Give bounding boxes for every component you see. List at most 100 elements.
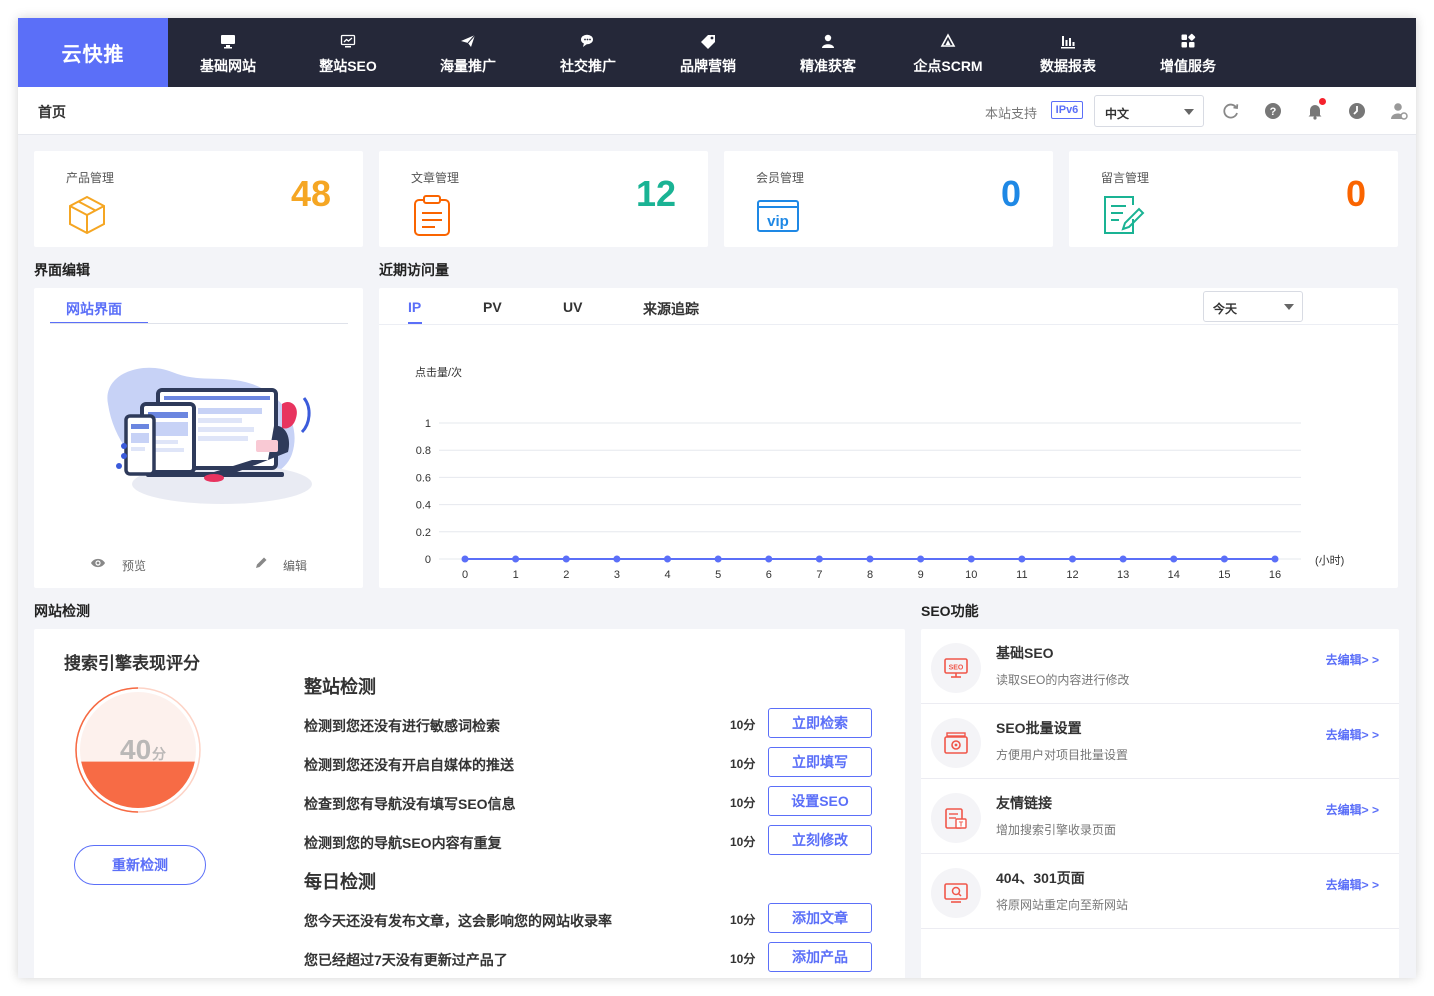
nav-label: 数据报表 [1040, 58, 1096, 74]
x-tick-label: 12 [1066, 569, 1078, 578]
language-select[interactable]: 中文 [1094, 95, 1204, 127]
preview-link[interactable]: 预览 [122, 557, 146, 574]
language-value: 中文 [1105, 107, 1130, 121]
y-tick-label: 0.2 [416, 527, 431, 539]
check-item-text: 检测到您还没有开启自媒体的推送 [304, 757, 514, 773]
add-article-button[interactable]: 添加文章 [768, 903, 872, 933]
data-point [1170, 555, 1178, 563]
x-tick-label: 3 [614, 569, 620, 578]
add-product-button[interactable]: 添加产品 [768, 942, 872, 972]
x-tick-label: 14 [1168, 569, 1180, 578]
tab-ip[interactable]: IP [408, 299, 421, 315]
check-section-title: 网站检测 [34, 603, 90, 619]
history-button[interactable] [1345, 99, 1369, 123]
x-tick-label: 9 [918, 569, 924, 578]
help-button[interactable]: ? [1261, 99, 1285, 123]
stat-label: 文章管理 [411, 171, 460, 185]
redirect-monitor-icon [931, 868, 981, 918]
set-seo-button[interactable]: 设置SEO [768, 786, 872, 816]
x-tick-label: 13 [1117, 569, 1129, 578]
time-range-select[interactable]: 今天 [1203, 291, 1303, 322]
stat-label: 留言管理 [1101, 171, 1150, 185]
x-tick-label: 1 [513, 569, 519, 578]
bar-chart-icon [1008, 33, 1128, 49]
monitor-icon [168, 33, 288, 49]
seo-item: 404、301页面 将原网站重定向至新网站 去编辑> > [921, 854, 1399, 929]
breadcrumb[interactable]: 首页 [38, 102, 66, 122]
sub-header: 首页 本站支持 IPv6 中文 ? [18, 87, 1416, 135]
score-unit: 分 [152, 746, 166, 762]
seo-card: SEO 基础SEO 读取SEO的内容进行修改 去编辑> > SEO批量设置 方便… [921, 629, 1399, 978]
nav-item-promotion[interactable]: 海量推广 [408, 18, 528, 87]
edit-link[interactable]: 去编辑> > [1326, 801, 1379, 818]
nav-label: 社交推广 [560, 58, 616, 74]
stat-card-messages[interactable]: 留言管理 0 [1069, 151, 1398, 247]
check-item-score: 10分 [730, 757, 756, 771]
tab-source-tracking[interactable]: 来源追踪 [643, 299, 699, 319]
edit-link[interactable]: 编辑 [283, 557, 307, 574]
refresh-icon [1223, 103, 1239, 119]
nav-item-reports[interactable]: 数据报表 [1008, 18, 1128, 87]
check-item-text: 检查到您有导航没有填写SEO信息 [304, 796, 516, 812]
nav-item-basic-site[interactable]: 基础网站 [168, 18, 288, 87]
stat-card-members[interactable]: 会员管理 0 vip [724, 151, 1053, 247]
edit-link[interactable]: 去编辑> > [1326, 651, 1379, 668]
nav-item-seo[interactable]: 整站SEO [288, 18, 408, 87]
seo-item-desc: 读取SEO的内容进行修改 [996, 673, 1130, 687]
x-tick-label: 8 [867, 569, 873, 578]
tag-icon [648, 33, 768, 49]
edit-link[interactable]: 去编辑> > [1326, 876, 1379, 893]
nav-label: 精准获客 [800, 58, 856, 74]
link-list-icon: T [931, 793, 981, 843]
traffic-section-title: 近期访问量 [379, 262, 449, 278]
seo-section-title: SEO功能 [921, 603, 979, 619]
stat-value: 48 [290, 173, 331, 214]
svg-text:?: ? [1270, 106, 1277, 118]
x-axis-label: (小时) [1315, 554, 1344, 567]
score-gauge: 40 分 [75, 687, 201, 813]
modify-now-button[interactable]: 立刻修改 [768, 825, 872, 855]
data-point [967, 555, 975, 563]
user-settings-button[interactable] [1387, 99, 1411, 123]
x-tick-label: 5 [715, 569, 721, 578]
seo-item-title: SEO批量设置 [996, 720, 1082, 736]
x-tick-label: 15 [1218, 569, 1230, 578]
x-tick-label: 7 [816, 569, 822, 578]
seo-item: SEO 基础SEO 读取SEO的内容进行修改 去编辑> > [921, 629, 1399, 704]
x-tick-label: 4 [664, 569, 670, 578]
cube-icon [66, 193, 108, 237]
refresh-button[interactable] [1219, 99, 1243, 123]
nav-label: 整站SEO [319, 58, 377, 74]
check-item-text: 检测到您的导航SEO内容有重复 [304, 835, 502, 851]
fill-now-button[interactable]: 立即填写 [768, 747, 872, 777]
seo-item-title: 基础SEO [996, 645, 1054, 661]
data-point [1220, 555, 1228, 563]
nav-item-scrm[interactable]: 企点SCRM [888, 18, 1008, 87]
tab-uv[interactable]: UV [563, 299, 582, 315]
seo-item-desc: 方便用户对项目批量设置 [996, 748, 1129, 762]
check-item-text: 您已经超过7天没有更新过产品了 [304, 952, 508, 968]
search-now-button[interactable]: 立即检索 [768, 708, 872, 738]
y-axis-label: 点击量/次 [415, 365, 462, 379]
nav-item-value-added[interactable]: 增值服务 [1128, 18, 1248, 87]
data-point [664, 555, 671, 563]
check-item-score: 10分 [730, 913, 756, 927]
nav-item-social[interactable]: 社交推广 [528, 18, 648, 87]
stat-card-articles[interactable]: 文章管理 12 [379, 151, 708, 247]
stat-card-products[interactable]: 产品管理 48 [34, 151, 363, 247]
app-logo[interactable]: 云快推 [18, 18, 168, 87]
seo-item: SEO批量设置 方便用户对项目批量设置 去编辑> > [921, 704, 1399, 779]
nav-label: 增值服务 [1160, 58, 1216, 74]
svg-text:vip: vip [767, 213, 789, 230]
notification-dot [1319, 98, 1326, 105]
nav-item-acquisition[interactable]: 精准获客 [768, 18, 888, 87]
tab-pv[interactable]: PV [483, 299, 502, 315]
tab-website-interface[interactable]: 网站界面 [66, 299, 122, 319]
nav-item-brand[interactable]: 品牌营销 [648, 18, 768, 87]
recheck-button[interactable]: 重新检测 [74, 845, 206, 885]
seo-item: T 友情链接 增加搜索引擎收录页面 去编辑> > [921, 779, 1399, 854]
edit-link[interactable]: 去编辑> > [1326, 726, 1379, 743]
y-tick-label: 0.8 [416, 445, 431, 457]
seo-item-title: 友情链接 [996, 795, 1052, 811]
notifications-button[interactable] [1303, 98, 1327, 123]
